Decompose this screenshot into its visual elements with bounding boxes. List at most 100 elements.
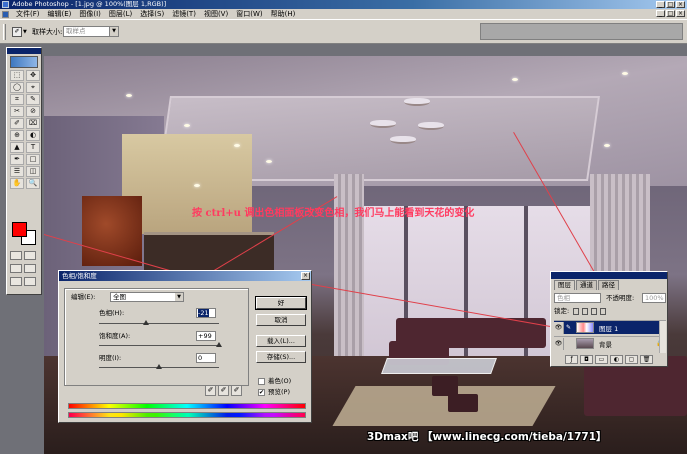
eyedropper-minus-icon[interactable]: ✐ — [231, 385, 242, 396]
doc-restore-button[interactable]: □ — [666, 10, 675, 17]
options-bar: ✐ ▼ 取样大小: 取样点 ▼ — [0, 19, 687, 44]
history-brush-tool-icon[interactable]: ⌧ — [26, 118, 40, 129]
dialog-title-bar[interactable]: 色相/饱和度 × — [59, 271, 311, 281]
ok-button[interactable]: 好 — [255, 296, 307, 310]
saturation-slider-track[interactable] — [99, 345, 219, 346]
colorize-checkbox[interactable] — [258, 378, 265, 385]
colorize-label: 着色(O) — [268, 377, 292, 385]
blend-mode-select[interactable]: 色相 — [554, 293, 601, 303]
maximize-button[interactable]: □ — [666, 1, 675, 8]
imageready-jump-icon[interactable] — [24, 277, 36, 286]
edit-range-select[interactable]: 全图 ▼ — [110, 292, 184, 302]
lightness-slider-thumb[interactable] — [156, 364, 162, 369]
blur-tool-icon[interactable]: ▲ — [10, 142, 24, 153]
full-screen-menu-icon[interactable] — [24, 264, 36, 273]
layers-palette-title-bar[interactable] — [551, 272, 667, 279]
full-screen-icon[interactable] — [10, 277, 22, 286]
menu-image[interactable]: 图像(I) — [75, 9, 105, 19]
adjustment-layer-icon[interactable]: ◐ — [610, 355, 623, 364]
doc-close-button[interactable]: × — [676, 10, 685, 17]
menu-edit[interactable]: 编辑(E) — [44, 9, 76, 19]
lock-image-icon[interactable] — [582, 308, 588, 315]
zoom-tool-icon[interactable]: 🔍 — [26, 178, 40, 189]
shape-tool-icon[interactable]: □ — [26, 154, 40, 165]
layer-name: 背景 — [599, 340, 612, 349]
cancel-button[interactable]: 取消 — [256, 314, 306, 326]
document-icon[interactable] — [2, 10, 9, 18]
photo-window-frame — [524, 206, 528, 376]
new-layer-icon[interactable]: ▢ — [625, 355, 638, 364]
trash-icon[interactable]: 🗑 — [640, 355, 653, 364]
layer-row-layer-1[interactable]: 👁 ✎ 图层 1 — [554, 320, 666, 334]
menu-window[interactable]: 窗口(W) — [232, 9, 266, 19]
marquee-tool-icon[interactable]: ⬚ — [10, 70, 24, 81]
layers-palette-tabs: 图层 通道 路径 — [554, 280, 620, 290]
eyedropper-tool-icon[interactable]: ◫ — [26, 166, 40, 177]
close-button[interactable]: × — [676, 1, 685, 8]
crop-tool-icon[interactable]: ⌗ — [10, 94, 24, 105]
hue-slider-thumb[interactable] — [143, 320, 149, 325]
healing-brush-tool-icon[interactable]: ✂ — [10, 106, 24, 117]
photoshop-logo-icon[interactable] — [10, 56, 38, 68]
saturation-slider-thumb[interactable] — [216, 342, 222, 347]
menu-filter[interactable]: 滤镜(T) — [168, 9, 200, 19]
hue-slider-track[interactable] — [99, 323, 219, 324]
brush-tool-icon[interactable]: ⊘ — [26, 106, 40, 117]
clone-stamp-tool-icon[interactable]: ✐ — [10, 118, 24, 129]
magic-wand-tool-icon[interactable]: ⌖ — [26, 82, 40, 93]
brush-icon: ✎ — [565, 323, 572, 331]
opacity-field[interactable]: 100% — [642, 293, 666, 303]
eraser-tool-icon[interactable]: ⊕ — [10, 130, 24, 141]
standard-screen-icon[interactable] — [10, 264, 22, 273]
layers-scrollbar[interactable] — [659, 321, 666, 353]
foreground-color-swatch[interactable] — [12, 222, 27, 237]
pen-tool-icon[interactable]: ✒ — [10, 154, 24, 165]
type-tool-icon[interactable]: T — [26, 142, 40, 153]
mask-mode-buttons — [10, 251, 36, 260]
add-mask-icon[interactable]: ◘ — [580, 355, 593, 364]
add-layer-style-icon[interactable]: ƒ — [565, 355, 578, 364]
sample-size-select[interactable]: 取样点 ▼ — [63, 26, 119, 37]
doc-minimize-button[interactable]: _ — [656, 10, 665, 17]
options-bar-grip[interactable] — [3, 24, 6, 40]
lock-transparency-icon[interactable] — [573, 308, 579, 315]
load-button[interactable]: 载入(L)... — [256, 335, 306, 347]
visibility-eye-icon[interactable]: 👁 — [554, 321, 564, 334]
lock-all-icon[interactable] — [600, 308, 606, 315]
tab-paths[interactable]: 路径 — [598, 280, 619, 290]
tool-preset-arrow-icon[interactable]: ▼ — [23, 29, 27, 35]
new-set-icon[interactable]: ▭ — [595, 355, 608, 364]
dialog-close-button[interactable]: × — [301, 272, 310, 280]
menu-view[interactable]: 视图(V) — [200, 9, 232, 19]
lock-position-icon[interactable] — [591, 308, 597, 315]
eyedropper-icon[interactable]: ✐ — [205, 385, 216, 396]
lasso-tool-icon[interactable]: ◯ — [10, 82, 24, 93]
menu-layer[interactable]: 图层(L) — [105, 9, 136, 19]
tab-channels[interactable]: 通道 — [576, 280, 597, 290]
hue-label: 色相(H): — [99, 309, 125, 317]
quick-mask-mode-icon[interactable] — [24, 251, 36, 260]
standard-mode-icon[interactable] — [10, 251, 22, 260]
hue-field[interactable]: -21 — [196, 308, 216, 318]
lightness-field[interactable]: 0 — [196, 353, 216, 363]
preview-checkbox[interactable]: ✔ — [258, 389, 265, 396]
lock-options — [573, 308, 606, 315]
gradient-tool-icon[interactable]: ◐ — [26, 130, 40, 141]
visibility-eye-icon[interactable]: 👁 — [554, 337, 564, 350]
hand-tool-icon[interactable]: ✋ — [10, 178, 24, 189]
palette-well[interactable] — [480, 23, 683, 40]
notes-tool-icon[interactable]: ☰ — [10, 166, 24, 177]
toolbox-title-bar[interactable] — [7, 48, 41, 54]
menu-help[interactable]: 帮助(H) — [267, 9, 300, 19]
tab-layers[interactable]: 图层 — [554, 280, 575, 290]
saturation-field[interactable]: +99 — [196, 331, 216, 341]
layer-row-background[interactable]: 👁 背景 🔒 — [554, 336, 666, 350]
menu-file[interactable]: 文件(F) — [12, 9, 44, 19]
eyedropper-plus-icon[interactable]: ✐ — [218, 385, 229, 396]
menu-select[interactable]: 选择(S) — [136, 9, 168, 19]
save-button[interactable]: 存储(S)... — [256, 351, 306, 363]
minimize-button[interactable]: _ — [656, 1, 665, 8]
slice-tool-icon[interactable]: ✎ — [26, 94, 40, 105]
move-tool-icon[interactable]: ✥ — [26, 70, 40, 81]
eyedropper-tool-icon[interactable]: ✐ — [12, 27, 22, 37]
